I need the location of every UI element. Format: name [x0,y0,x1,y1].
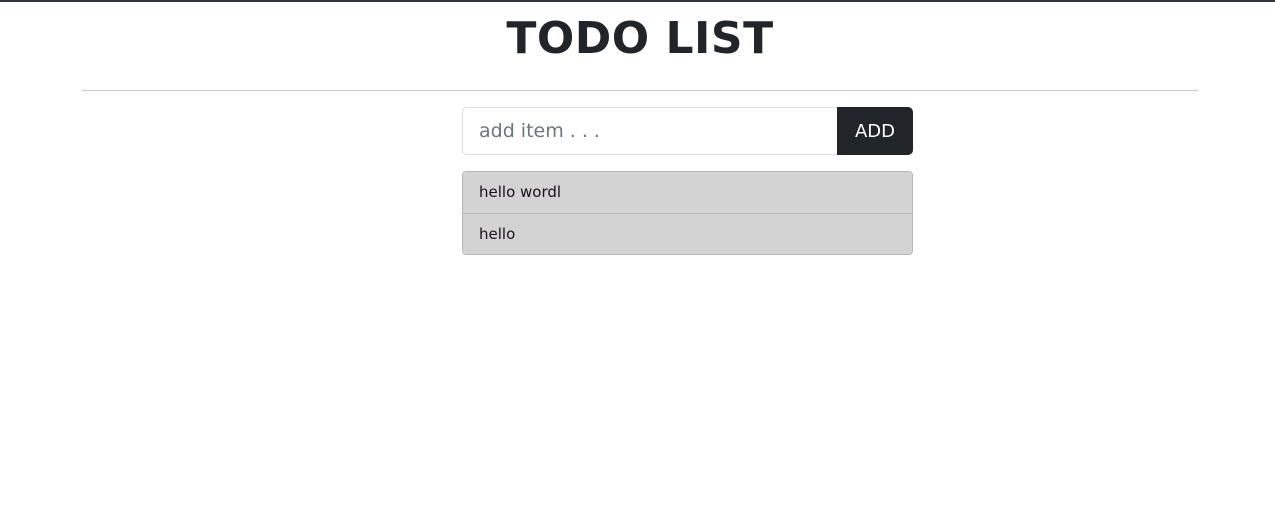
todo-list: hello wordl hello [462,171,913,255]
todo-item[interactable]: hello wordl [463,172,912,213]
add-item-input[interactable] [462,107,837,155]
page-title: TODO LIST [506,13,774,64]
add-item-form: ADD [462,107,913,155]
divider [82,90,1198,91]
todo-item[interactable]: hello [463,213,912,254]
add-button[interactable]: ADD [837,107,913,155]
top-border [0,0,1275,2]
